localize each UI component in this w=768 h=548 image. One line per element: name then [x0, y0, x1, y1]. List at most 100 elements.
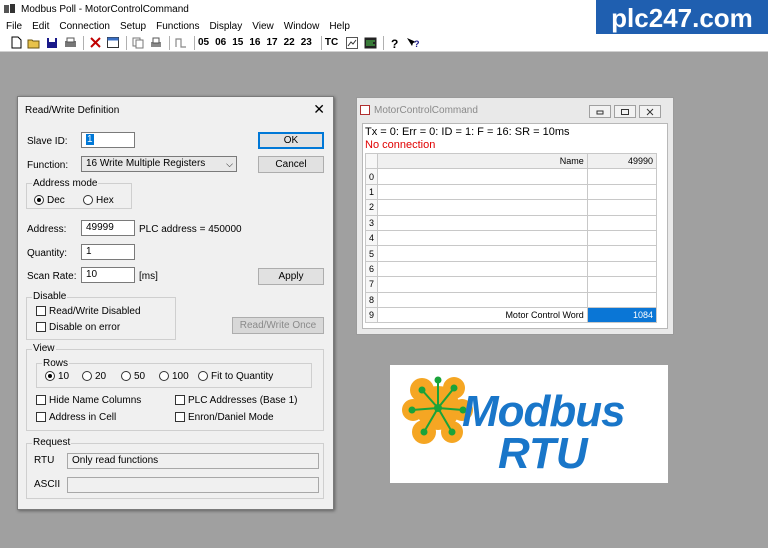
print-icon[interactable]	[62, 36, 78, 50]
row-index: 8	[364, 291, 379, 308]
copy-icon[interactable]	[130, 36, 146, 50]
scan-rate-unit: [ms]	[139, 271, 158, 282]
maximize-button[interactable]	[614, 105, 636, 118]
slave-id-value: 1	[86, 134, 94, 145]
menu-file[interactable]: File	[6, 21, 22, 32]
row-value[interactable]	[586, 245, 658, 262]
menu-bar: File Edit Connection Setup Functions Dis…	[0, 18, 596, 34]
menu-help[interactable]: Help	[329, 21, 350, 32]
table-row[interactable]: 9 Motor Control Word 1084	[364, 306, 658, 324]
plc-addresses-checkbox[interactable]	[175, 395, 185, 405]
monitor-icon[interactable]	[362, 36, 378, 50]
minimize-button[interactable]	[589, 105, 611, 118]
rtu-field[interactable]: Only read functions	[67, 453, 319, 469]
row-name[interactable]	[377, 276, 588, 293]
table-header-row: Name 49990	[364, 152, 658, 170]
rw-disabled-checkbox[interactable]	[36, 306, 46, 316]
quantity-field[interactable]: 1	[81, 244, 135, 260]
row-name[interactable]	[377, 291, 588, 308]
save-icon[interactable]	[44, 36, 60, 50]
plc-address-text: PLC address = 450000	[139, 224, 242, 235]
rows-fit-radio[interactable]	[198, 371, 208, 381]
row-index: 6	[364, 260, 379, 278]
menu-display[interactable]: Display	[209, 21, 242, 32]
rows-10-radio[interactable]	[45, 371, 55, 381]
close-icon[interactable]: ✕	[313, 101, 325, 118]
toolbar-separator	[320, 35, 322, 50]
table-row[interactable]: 3	[364, 214, 658, 231]
rows-100-radio[interactable]	[159, 371, 169, 381]
pulse-icon[interactable]	[173, 36, 189, 50]
rows-20-radio[interactable]	[82, 371, 92, 381]
open-folder-icon[interactable]	[26, 36, 42, 50]
apply-button[interactable]: Apply	[258, 268, 324, 285]
function-23-button[interactable]: 23	[301, 37, 312, 48]
row-value[interactable]	[586, 229, 658, 247]
function-16-button[interactable]: 16	[249, 37, 260, 48]
printer-setup-icon[interactable]	[148, 36, 164, 50]
delete-icon[interactable]	[87, 36, 103, 50]
table-row[interactable]: 2	[364, 199, 658, 216]
table-row[interactable]: 5	[364, 245, 658, 262]
row-name[interactable]	[377, 214, 588, 231]
table-row[interactable]: 1	[364, 183, 658, 201]
hide-name-columns-checkbox[interactable]	[36, 395, 46, 405]
dialog-title: Read/Write Definition	[25, 105, 120, 116]
row-name[interactable]	[377, 199, 588, 216]
address-field[interactable]: 49999	[81, 220, 135, 236]
table-row[interactable]: 4	[364, 229, 658, 247]
function-17-button[interactable]: 17	[267, 37, 278, 48]
row-value[interactable]	[586, 260, 658, 278]
dec-radio[interactable]	[34, 195, 44, 205]
row-name[interactable]	[377, 260, 588, 278]
row-name[interactable]	[377, 183, 588, 201]
ascii-field[interactable]	[67, 477, 319, 493]
row-value[interactable]	[586, 276, 658, 293]
address-mode-title: Address mode	[32, 178, 99, 189]
row-value[interactable]	[586, 199, 658, 216]
rows-50-radio[interactable]	[121, 371, 131, 381]
function-22-button[interactable]: 22	[284, 37, 295, 48]
table-row[interactable]: 0	[364, 168, 658, 185]
tc-button[interactable]: TC	[325, 37, 338, 48]
row-name[interactable]	[377, 245, 588, 262]
disable-on-error-checkbox[interactable]	[36, 322, 46, 332]
quantity-label: Quantity:	[27, 248, 68, 259]
slave-id-field[interactable]: 1	[81, 132, 135, 148]
table-row[interactable]: 6	[364, 260, 658, 278]
new-file-icon[interactable]	[8, 36, 24, 50]
app-title: Modbus Poll - MotorControlCommand	[21, 3, 189, 15]
menu-setup[interactable]: Setup	[120, 21, 146, 32]
scan-rate-field[interactable]: 10	[81, 267, 135, 283]
close-window-button[interactable]	[639, 105, 661, 118]
menu-functions[interactable]: Functions	[156, 21, 199, 32]
cancel-button[interactable]: Cancel	[258, 156, 324, 173]
row-value[interactable]	[586, 214, 658, 231]
function-06-button[interactable]: 06	[215, 37, 226, 48]
menu-view[interactable]: View	[252, 21, 274, 32]
ok-button[interactable]: OK	[258, 132, 324, 149]
menu-connection[interactable]: Connection	[59, 21, 110, 32]
address-in-cell-checkbox[interactable]	[36, 412, 46, 422]
hex-radio[interactable]	[83, 195, 93, 205]
row-name[interactable]	[377, 168, 588, 185]
read-write-once-button[interactable]: Read/Write Once	[232, 317, 324, 334]
function-15-button[interactable]: 15	[232, 37, 243, 48]
table-row[interactable]: 7	[364, 276, 658, 293]
function-05-button[interactable]: 05	[198, 37, 209, 48]
menu-edit[interactable]: Edit	[32, 21, 49, 32]
table-row[interactable]: 8	[364, 291, 658, 308]
row-value[interactable]: 1084	[586, 306, 658, 324]
enron-daniel-checkbox[interactable]	[175, 412, 185, 422]
menu-window[interactable]: Window	[284, 21, 320, 32]
window-icon[interactable]	[105, 36, 121, 50]
chart-icon[interactable]	[344, 36, 360, 50]
row-name[interactable]	[377, 229, 588, 247]
row-value[interactable]	[586, 183, 658, 201]
row-name[interactable]: Motor Control Word	[377, 306, 588, 324]
help-icon[interactable]: ?	[387, 36, 403, 50]
row-value[interactable]	[586, 168, 658, 185]
context-help-icon[interactable]: ?	[405, 36, 421, 50]
row-value[interactable]	[586, 291, 658, 308]
function-select[interactable]: 16 Write Multiple Registers ⌵	[81, 156, 237, 172]
